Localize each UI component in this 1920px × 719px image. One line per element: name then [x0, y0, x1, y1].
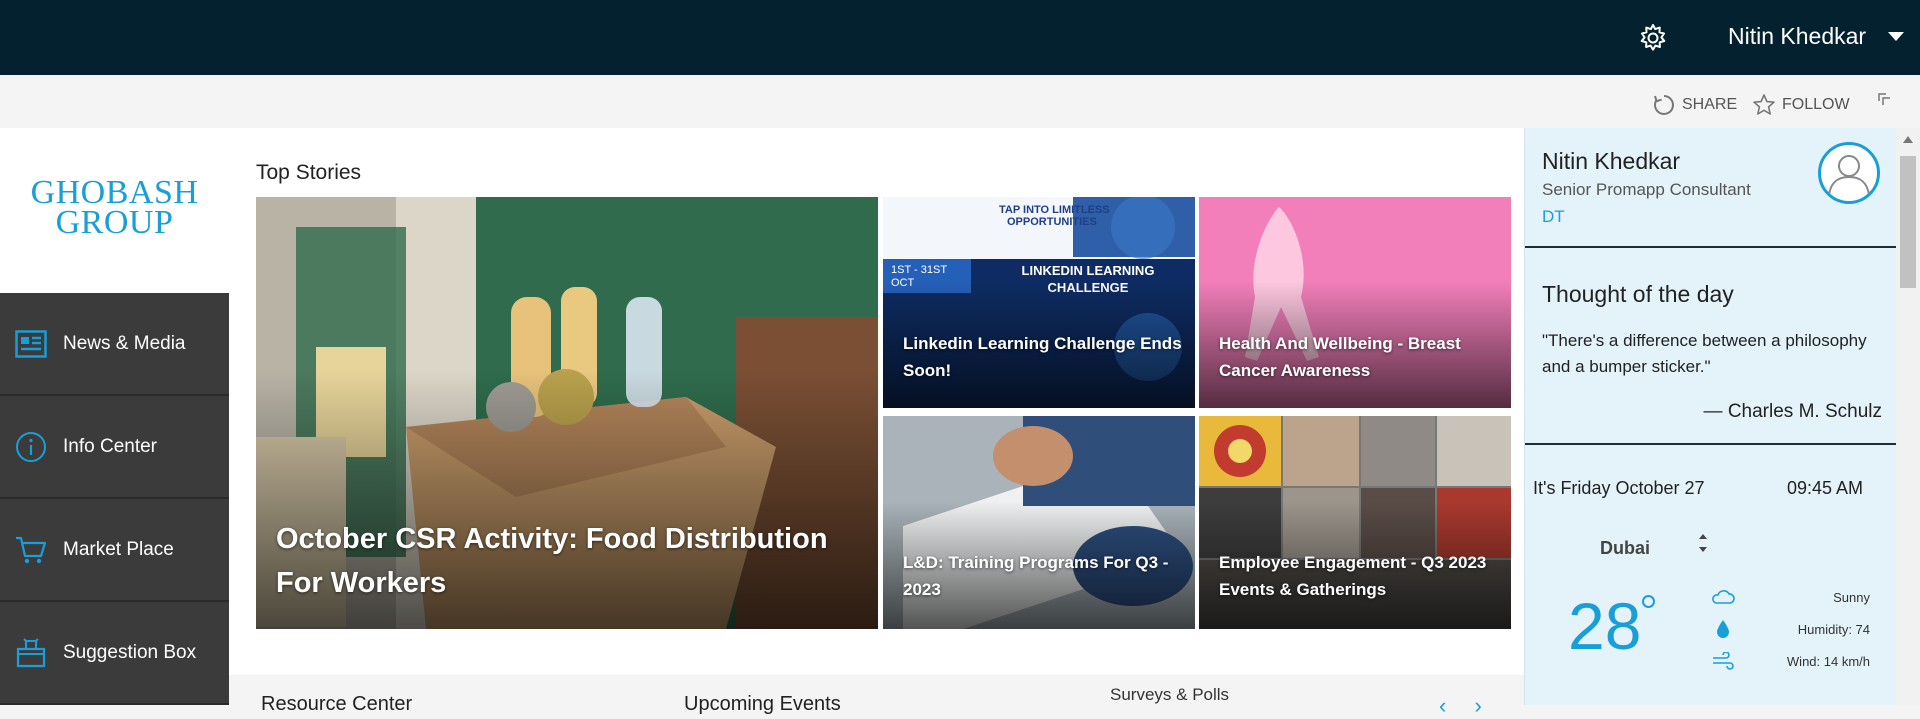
- weather-wind-row: Wind: 14 km/h: [1710, 648, 1870, 674]
- thought-title: Thought of the day: [1542, 281, 1734, 307]
- thought-author: — Charles M. Schulz: [1703, 401, 1882, 422]
- star-icon: [1753, 94, 1775, 115]
- company-logo[interactable]: GHOBASH GROUP: [0, 176, 229, 241]
- temperature: 28: [1568, 589, 1642, 663]
- weather-wind: Wind: 14 km/h: [1786, 653, 1870, 669]
- story-tile-training[interactable]: L&D: Training Programs For Q3 - 2023: [883, 416, 1195, 629]
- gear-icon[interactable]: [1637, 22, 1669, 54]
- info-icon: [14, 430, 48, 464]
- sidebar-item-label: Info Center: [63, 435, 157, 457]
- divider: [1525, 246, 1897, 248]
- story-tile-engagement[interactable]: Employee Engagement - Q3 2023 Events & G…: [1199, 416, 1511, 629]
- follow-label: FOLLOW: [1782, 96, 1850, 113]
- weather-city: Dubai: [1600, 538, 1651, 558]
- logo-line-2: GROUP: [55, 204, 174, 241]
- story-title: L&D: Training Programs For Q3 - 2023: [903, 553, 1169, 599]
- scroll-up-icon[interactable]: [1903, 136, 1913, 143]
- story-title: October CSR Activity: Food Distribution …: [276, 523, 828, 599]
- story-tile-health[interactable]: Health And Wellbeing - Breast Cancer Awa…: [1199, 197, 1511, 408]
- chevron-left-icon[interactable]: ‹: [1439, 693, 1446, 718]
- droplet-icon: [1710, 618, 1736, 640]
- share-label: SHARE: [1682, 96, 1738, 113]
- banner-heading-1: TAP INTO LIMITLESS: [999, 204, 1110, 216]
- lower-sections: Resource Center Upcoming Events Surveys …: [229, 675, 1524, 718]
- story-title: Linkedin Learning Challenge Ends Soon!: [903, 334, 1182, 380]
- right-panel: Nitin Khedkar Senior Promapp Consultant …: [1524, 128, 1897, 705]
- sidebar-item-label: News & Media: [63, 332, 186, 354]
- surveys-polls-title: Surveys & Polls: [1110, 685, 1230, 704]
- story-tile-linkedin[interactable]: TAP INTO LIMITLESS OPPORTUNITIES 1ST - 3…: [883, 197, 1195, 408]
- top-stories-title: Top Stories: [256, 161, 362, 184]
- sidebar-item-news-media[interactable]: News & Media: [0, 293, 229, 396]
- sidebar-item-label: Suggestion Box: [63, 641, 197, 663]
- suggestion-box-icon: [14, 636, 48, 670]
- main-content: Top Stories October CSR Activity: Food D…: [229, 128, 1524, 718]
- story-title: Employee Engagement - Q3 2023 Events & G…: [1219, 553, 1487, 599]
- weather-humidity: Humidity: 74: [1797, 621, 1870, 637]
- degree-icon: [1642, 595, 1655, 608]
- cloud-sun-icon: [1710, 586, 1736, 608]
- sidebar-item-label: Market Place: [63, 538, 174, 560]
- city-stepper[interactable]: [1696, 530, 1710, 556]
- time-text: 09:45 AM: [1787, 478, 1864, 498]
- sidebar-item-suggestion-box[interactable]: Suggestion Box: [0, 602, 229, 705]
- follow-button[interactable]: FOLLOW: [1752, 93, 1850, 117]
- wind-icon: [1710, 650, 1736, 672]
- weather-condition-row: Sunny: [1710, 584, 1870, 610]
- newspaper-icon: [14, 327, 48, 361]
- sidebar-item-market-place[interactable]: Market Place: [0, 499, 229, 602]
- carousel-arrows[interactable]: ‹ ›: [1439, 693, 1482, 719]
- sidebar-item-info-center[interactable]: Info Center: [0, 396, 229, 499]
- weather-condition: Sunny: [1833, 589, 1870, 605]
- user-avatar-icon: [1828, 155, 1870, 196]
- avatar[interactable]: [1818, 142, 1880, 204]
- chevron-down-icon[interactable]: [1888, 32, 1904, 41]
- profile-role: Senior Promapp Consultant: [1542, 180, 1751, 199]
- page-scrollbar[interactable]: [1896, 128, 1920, 705]
- banner-heading-2: OPPORTUNITIES: [1007, 216, 1097, 228]
- scrollbar-thumb[interactable]: [1900, 156, 1916, 288]
- share-icon: [1654, 95, 1674, 115]
- date-text: It's Friday October 27: [1533, 478, 1705, 498]
- sidebar-nav: News & Media Info Center Market Place Su…: [0, 293, 229, 705]
- focus-mode-icon[interactable]: [1878, 93, 1892, 107]
- profile-department[interactable]: DT: [1542, 207, 1565, 227]
- action-bar: SHARE FOLLOW: [0, 75, 1920, 128]
- share-button[interactable]: SHARE: [1652, 93, 1737, 117]
- story-title: Health And Wellbeing - Breast Cancer Awa…: [1219, 334, 1461, 380]
- cart-icon: [14, 533, 48, 567]
- profile-name: Nitin Khedkar: [1542, 148, 1681, 174]
- user-menu-name[interactable]: Nitin Khedkar: [1728, 23, 1866, 50]
- top-bar: Nitin Khedkar: [0, 0, 1920, 75]
- thought-quote: "There's a difference between a philosop…: [1542, 331, 1867, 376]
- story-tile-csr[interactable]: October CSR Activity: Food Distribution …: [256, 197, 878, 629]
- divider: [1525, 443, 1897, 445]
- chevron-right-icon[interactable]: ›: [1474, 693, 1481, 718]
- weather-humidity-row: Humidity: 74: [1710, 616, 1870, 642]
